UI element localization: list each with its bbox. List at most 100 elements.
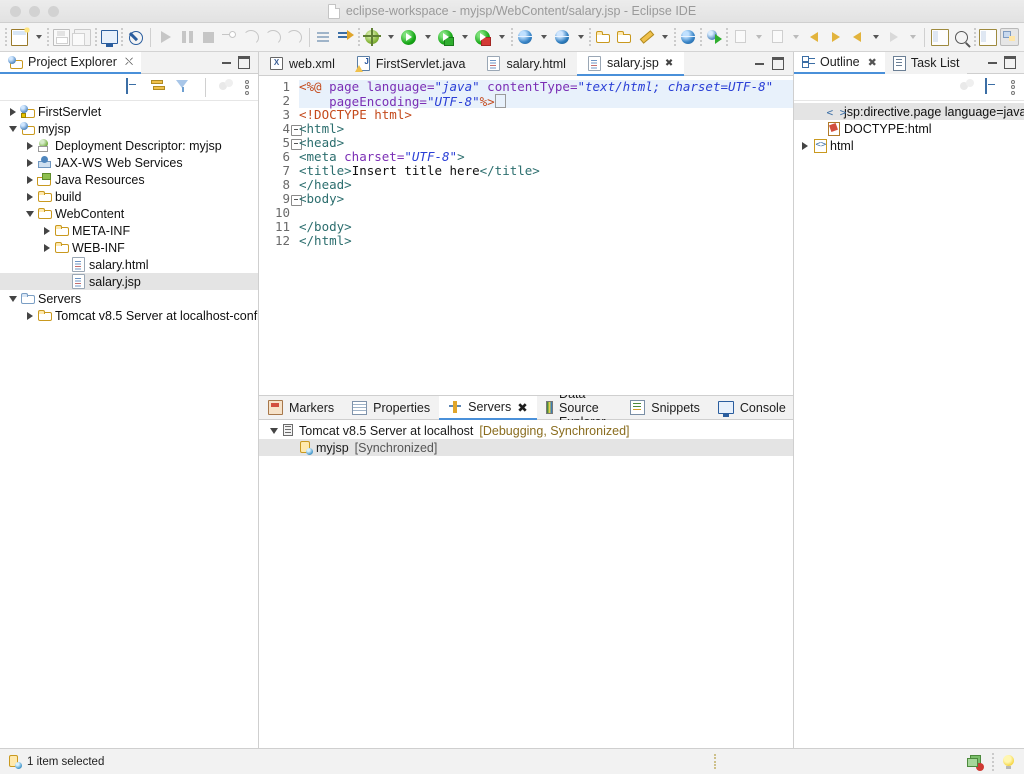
new-web-project-button[interactable] [514,26,535,48]
outline-item[interactable]: < > jsp:directive.page language=java [794,103,1024,120]
tree-item-deployment-descriptor-myjsp[interactable]: Deployment Descriptor: myjsp [0,137,258,154]
minimize-icon[interactable] [755,62,764,65]
view-menu-icon[interactable] [244,79,249,95]
tree-twisty[interactable] [6,295,19,302]
collapse-all-icon[interactable] [985,78,1001,95]
more-icon[interactable] [219,79,235,95]
stack-overflow-error-icon[interactable] [967,754,984,771]
outline-item[interactable]: DOCTYPE:html [794,120,1024,137]
tip-of-the-day-icon[interactable] [1003,754,1014,769]
project-explorer-tree[interactable]: FirstServlet myjsp Deployment Descriptor: … [0,101,258,748]
maximize-icon[interactable] [772,57,784,70]
code-line[interactable]: </head> [299,178,793,192]
tab-project-explorer[interactable]: Project Explorer ⛌ [0,52,142,74]
back-history-dropdown[interactable] [868,26,884,48]
outline-item[interactable]: <> html [794,137,1024,154]
code-line[interactable]: </html> [299,234,793,248]
next-annotation-button[interactable] [767,26,788,48]
tree-item-firstservlet[interactable]: FirstServlet [0,103,258,120]
tree-item-build[interactable]: build [0,188,258,205]
new-ejb-project-button[interactable] [551,26,572,48]
tree-item-webcontent[interactable]: WebContent [0,205,258,222]
java-ee-perspective-button[interactable] [998,26,1019,48]
tree-item-myjsp[interactable]: myjsp [0,120,258,137]
tab-task-list[interactable]: Task List [884,52,968,74]
tree-item-salary-jsp[interactable]: salary.jsp [0,273,258,290]
tree-item-salary-html[interactable]: salary.html [0,256,258,273]
search-declaration-button[interactable] [704,26,725,48]
bottom-tab-console[interactable]: Console [709,396,795,419]
bottom-tab-markers[interactable]: Markers [259,396,343,419]
forward-history-button[interactable] [883,26,904,48]
tree-item-java-resources[interactable]: Java Resources [0,171,258,188]
tree-twisty[interactable] [23,158,36,167]
tree-item-tomcat-v8-5-server-at-localhost-config[interactable]: Tomcat v8.5 Server at localhost-config [0,307,258,324]
close-icon[interactable]: ✖ [868,56,877,69]
profile-button[interactable] [635,26,656,48]
debug-button[interactable] [361,26,382,48]
code-line[interactable]: pageEncoding="UTF-8"%> [299,94,793,109]
step-into-button[interactable] [240,26,261,48]
window-controls[interactable] [10,5,59,17]
open-type-icon[interactable] [335,26,356,48]
server-row[interactable]: myjsp [Synchronized] [259,439,793,456]
save-button[interactable] [51,26,72,48]
run-on-server-button[interactable] [435,26,456,48]
code-line[interactable] [299,206,793,220]
maximize-window-button[interactable] [48,5,59,17]
close-icon[interactable]: ✖ [517,400,527,415]
bottom-tab-data-source-explorer[interactable]: Data Source Explorer [537,387,622,429]
editor-tab-web-xml[interactable]: Xweb.xml [259,52,346,75]
tree-twisty[interactable] [23,311,36,320]
back-history-button[interactable] [846,26,867,48]
run-on-server-dropdown[interactable] [457,26,473,48]
previous-annotation-button[interactable] [730,26,751,48]
profile-dropdown[interactable] [657,26,673,48]
tab-outline[interactable]: Outline ✖ [794,52,885,74]
editor-tab-salary-html[interactable]: salary.html [476,52,577,75]
tree-twisty[interactable] [40,226,53,235]
debug-dropdown[interactable] [383,26,399,48]
code-content[interactable]: <%@ page language="java" contentType="te… [293,76,793,395]
step-return-button[interactable] [283,26,304,48]
filter-icon[interactable] [176,79,192,95]
code-line[interactable]: <body> [299,192,793,206]
forward-icon[interactable] [825,26,846,48]
close-icon[interactable]: ✖ [665,58,673,69]
maximize-icon[interactable] [1004,56,1016,69]
source-editor[interactable]: 1 2 3 4 5 6 7 8 9 10 11 12 <%@ page language="java"… [259,76,793,395]
forward-history-dropdown[interactable] [905,26,921,48]
new-wizard-button[interactable] [9,25,32,48]
disconnect-button[interactable] [219,26,240,48]
bottom-tab-snippets[interactable]: Snippets [621,396,709,419]
debug-on-server-button[interactable] [472,26,493,48]
tree-twisty[interactable] [23,210,36,217]
code-line[interactable]: <title>Insert title here</title> [299,164,793,178]
outline-tree[interactable]: < > jsp:directive.page language=java DOCTY… [794,101,1024,748]
bottom-tab-servers[interactable]: Servers ✖ [439,396,537,420]
back-icon[interactable] [804,26,825,48]
collapse-all-icon[interactable] [126,78,142,95]
last-edit-location-button[interactable] [929,26,950,48]
link-with-editor-icon[interactable] [151,79,167,95]
previous-annotation-dropdown[interactable] [751,26,767,48]
tree-twisty[interactable] [798,141,811,150]
new-task-button[interactable] [614,26,635,48]
terminate-button[interactable] [198,26,219,48]
tree-item-meta-inf[interactable]: META-INF [0,222,258,239]
step-over-button[interactable] [262,26,283,48]
run-dropdown[interactable] [420,26,436,48]
minimize-window-button[interactable] [29,5,40,17]
editor-tab-salary-jsp[interactable]: salary.jsp ✖ [576,52,685,76]
save-all-button[interactable] [72,26,93,48]
tree-twisty[interactable] [6,125,19,132]
display-console-button[interactable] [98,26,119,48]
new-wizard-dropdown[interactable] [30,26,46,48]
tree-twisty[interactable] [23,192,36,201]
maximize-icon[interactable] [238,56,250,69]
code-line[interactable]: <head> [299,136,793,150]
sort-icon[interactable] [960,79,976,95]
open-task-button[interactable] [593,26,614,48]
open-perspective-button[interactable] [977,26,998,48]
new-web-project-dropdown[interactable] [535,26,551,48]
